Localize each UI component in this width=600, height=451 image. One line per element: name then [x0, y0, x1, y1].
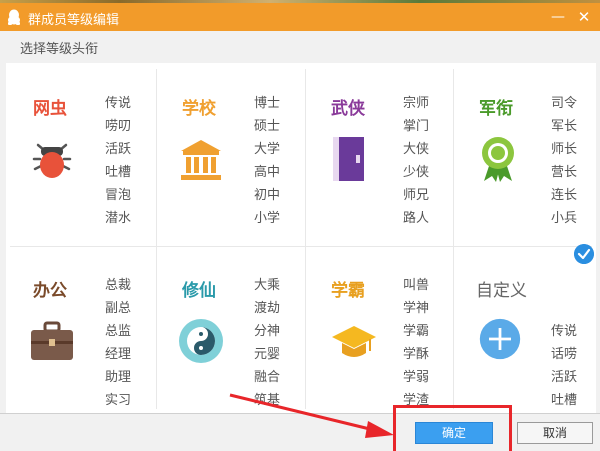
title-option[interactable]: 副总	[105, 297, 131, 320]
title-option[interactable]: 连长	[551, 184, 577, 207]
title-option[interactable]: 初中	[254, 184, 280, 207]
title-option[interactable]: 大学	[254, 138, 280, 161]
title-option[interactable]: 活跃	[551, 366, 577, 389]
title-option[interactable]: 博士	[254, 92, 280, 115]
title-option[interactable]: 师兄	[403, 184, 429, 207]
title-option[interactable]: 元婴	[254, 343, 280, 366]
title-option[interactable]: 掌门	[403, 115, 429, 138]
title-option[interactable]: 学酥	[403, 343, 429, 366]
title-option[interactable]: 分神	[254, 320, 280, 343]
title-option[interactable]: 司令	[551, 92, 577, 115]
title-option[interactable]: 学神	[403, 297, 429, 320]
title-option[interactable]: 冒泡	[105, 184, 131, 207]
title-option[interactable]: 军长	[551, 115, 577, 138]
graduation-cap-icon	[332, 326, 376, 357]
book-icon	[333, 137, 364, 181]
category-card-custom[interactable]: 自定义 传说 话唠 活跃 吐槽	[454, 247, 596, 413]
title-option[interactable]: 话唠	[551, 343, 577, 366]
title-option[interactable]: 经理	[105, 343, 131, 366]
category-card-xuexiao[interactable]: 学校 博士 硕士 大学 高中 初中 小学	[157, 65, 305, 245]
title-grid: 网虫 传说 唠叨 活跃 吐槽 冒泡 潜水 学校 博士 硕士 大学 高中 初中 小…	[6, 63, 596, 413]
category-title: 网虫	[33, 99, 67, 119]
title-option[interactable]: 师长	[551, 138, 577, 161]
title-option[interactable]: 唠叨	[105, 115, 131, 138]
title-option[interactable]: 小兵	[551, 207, 577, 230]
cancel-button[interactable]: 取消	[517, 422, 593, 444]
title-option[interactable]: 吐槽	[551, 389, 577, 412]
title-option[interactable]: 学霸	[403, 320, 429, 343]
category-card-wuxia[interactable]: 武侠 宗师 掌门 大侠 少侠 师兄 路人	[306, 65, 454, 245]
title-option[interactable]: 学弱	[403, 366, 429, 389]
annotation-arrow	[229, 393, 394, 438]
title-option[interactable]: 传说	[105, 92, 131, 115]
category-card-xueba[interactable]: 学霸 叫兽 学神 学霸 学酥 学弱 学渣	[306, 247, 454, 413]
school-icon	[181, 140, 221, 180]
minimize-button[interactable]: —	[548, 7, 568, 27]
title-option[interactable]: 少侠	[403, 161, 429, 184]
title-option[interactable]: 活跃	[105, 138, 131, 161]
category-title: 自定义	[476, 281, 527, 301]
title-list: 宗师 掌门 大侠 少侠 师兄 路人	[403, 92, 429, 230]
selected-check-icon	[574, 244, 594, 264]
category-title: 办公	[33, 281, 67, 301]
title-option[interactable]: 吐槽	[105, 161, 131, 184]
title-option[interactable]: 小学	[254, 207, 280, 230]
category-title: 武侠	[331, 99, 365, 119]
category-title: 军衔	[479, 99, 513, 119]
title-option[interactable]: 硕士	[254, 115, 280, 138]
category-title: 学霸	[331, 281, 365, 301]
title-option[interactable]: 渡劫	[254, 297, 280, 320]
category-card-junxian[interactable]: 军衔 司令 军长 师长 营长 连长 小兵	[454, 65, 596, 245]
title-option[interactable]: 总裁	[105, 274, 131, 297]
title-option[interactable]: 叫兽	[403, 274, 429, 297]
dialog-body: 选择等级头衔 网虫 传说 唠叨 活跃 吐槽 冒泡 潜水 学校 博士 硕士 大学 …	[0, 31, 600, 451]
medal-icon	[482, 137, 514, 182]
title-option[interactable]: 大侠	[403, 138, 429, 161]
annotation-highlight-box	[393, 405, 512, 451]
category-title: 修仙	[182, 281, 216, 301]
title-option[interactable]: 实习	[105, 389, 131, 412]
title-option[interactable]: 融合	[254, 366, 280, 389]
section-subtitle: 选择等级头衔	[20, 42, 99, 57]
title-list: 博士 硕士 大学 高中 初中 小学	[254, 92, 280, 230]
category-card-xiuxian[interactable]: 修仙 大乘 渡劫 分神 元婴 融合 筑基	[157, 247, 305, 413]
title-option[interactable]: 传说	[551, 320, 577, 343]
title-option[interactable]: 潜水	[105, 207, 131, 230]
category-card-bangong[interactable]: 办公 总裁 副总 总监 经理 助理 实习	[8, 247, 156, 413]
title-option[interactable]: 路人	[403, 207, 429, 230]
title-bar[interactable]: 群成员等级编辑 — ✕	[0, 3, 600, 31]
title-list: 叫兽 学神 学霸 学酥 学弱 学渣	[403, 274, 429, 412]
title-option[interactable]: 营长	[551, 161, 577, 184]
bug-icon	[32, 143, 72, 178]
title-list: 传说 唠叨 活跃 吐槽 冒泡 潜水	[105, 92, 131, 230]
title-list: 总裁 副总 总监 经理 助理 实习	[105, 274, 131, 412]
title-list: 司令 军长 师长 营长 连长 小兵	[551, 92, 577, 230]
category-card-wangchong[interactable]: 网虫 传说 唠叨 活跃 吐槽 冒泡 潜水	[8, 65, 156, 245]
yin-yang-icon	[179, 319, 223, 363]
title-option[interactable]: 宗师	[403, 92, 429, 115]
plus-icon	[479, 318, 521, 360]
window-title: 群成员等级编辑	[28, 13, 120, 28]
category-title: 学校	[182, 99, 216, 119]
title-list: 传说 话唠 活跃 吐槽	[551, 320, 577, 412]
close-button[interactable]: ✕	[574, 7, 594, 27]
briefcase-icon	[31, 321, 73, 360]
title-option[interactable]: 大乘	[254, 274, 280, 297]
title-option[interactable]: 高中	[254, 161, 280, 184]
title-option[interactable]: 总监	[105, 320, 131, 343]
title-option[interactable]: 助理	[105, 366, 131, 389]
qq-penguin-icon	[8, 9, 20, 25]
